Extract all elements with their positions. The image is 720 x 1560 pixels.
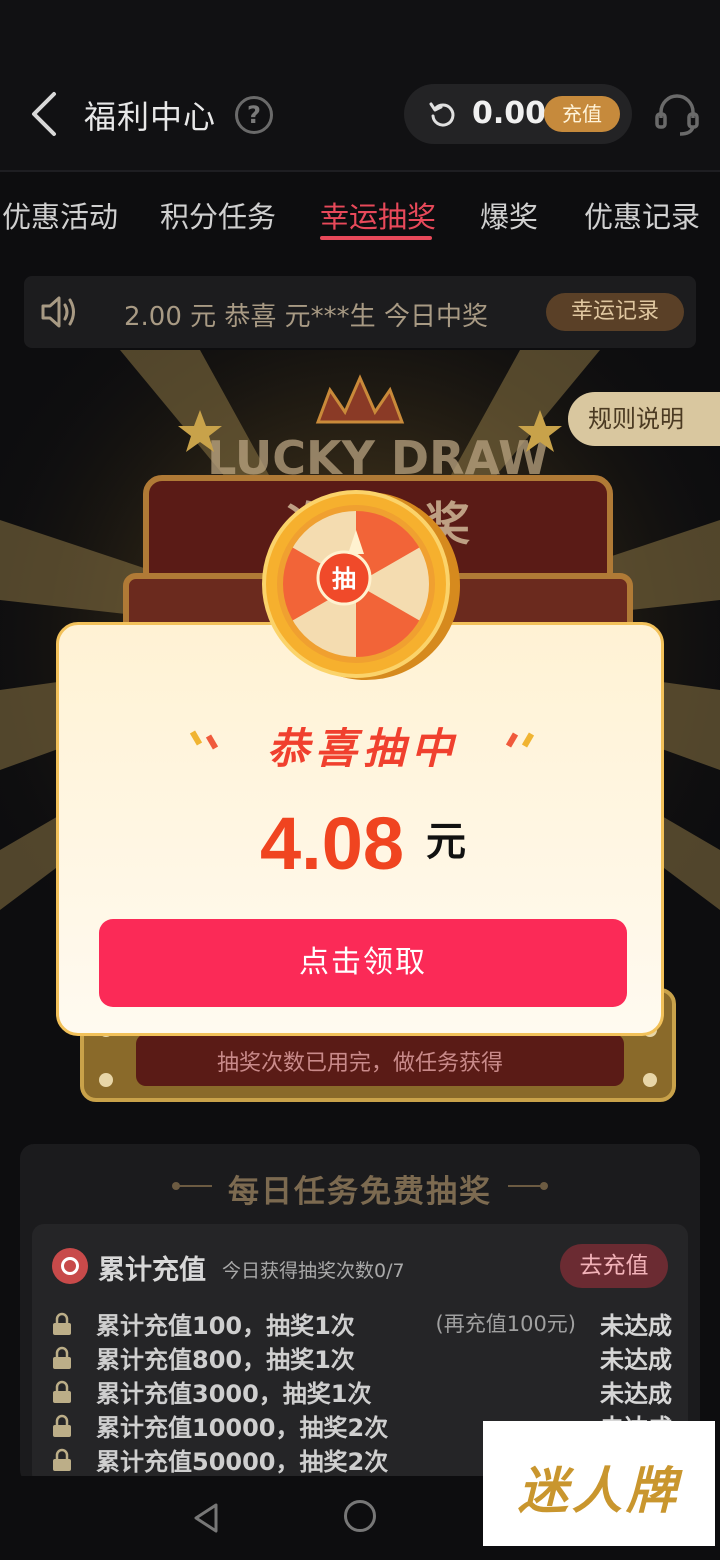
balance-value: 0.00 bbox=[472, 96, 547, 131]
lock-icon bbox=[53, 1312, 71, 1335]
lock-icon bbox=[53, 1346, 71, 1369]
active-tab-indicator bbox=[320, 236, 432, 240]
tab-jackpot[interactable]: 爆奖 bbox=[480, 194, 538, 236]
daily-tasks-title: 每日任务免费抽奖 bbox=[228, 1174, 492, 1210]
lock-icon bbox=[53, 1380, 71, 1403]
task-row-label: 累计充值800，抽奖1次 bbox=[96, 1346, 355, 1374]
draw-exhausted-text: 抽奖次数已用完，做任务获得 bbox=[216, 1051, 503, 1076]
task-row-status: 未达成 bbox=[600, 1346, 672, 1374]
watermark-text: 迷人牌 bbox=[518, 1462, 680, 1520]
task-row-status: 未达成 bbox=[600, 1380, 672, 1408]
refresh-icon[interactable] bbox=[428, 100, 458, 130]
recharge-button[interactable]: 充值 bbox=[544, 96, 620, 132]
wheel-label: 抽 bbox=[332, 565, 356, 593]
task-row: 累计充值100，抽奖1次 (再充值100元) 未达成 bbox=[52, 1306, 672, 1340]
task-row: 累计充值3000，抽奖1次 未达成 bbox=[52, 1374, 672, 1408]
title-decoration bbox=[540, 1182, 548, 1190]
task-row-status: 未达成 bbox=[600, 1312, 672, 1340]
congrats-title: 恭喜抽中 bbox=[266, 724, 459, 773]
page-title: 福利中心 bbox=[84, 98, 217, 136]
lucky-draw-banner-text: LUCKY DRAW bbox=[207, 431, 549, 485]
task-row-label: 累计充值3000，抽奖1次 bbox=[96, 1380, 372, 1408]
winner-ticker: 2.00 元 恭喜 元***生 今日中奖 幸运记录 bbox=[24, 276, 696, 348]
task-row: 累计充值800，抽奖1次 未达成 bbox=[52, 1340, 672, 1374]
task-row-hint: (再充值100元) bbox=[435, 1312, 576, 1336]
speaker-icon bbox=[41, 296, 75, 328]
customer-service-icon[interactable] bbox=[654, 92, 700, 138]
prize-unit: 元 bbox=[426, 819, 467, 865]
recharge-task-icon bbox=[52, 1248, 88, 1284]
task-row-label: 累计充值10000，抽奖2次 bbox=[96, 1414, 389, 1442]
balance-pill: 0.00 充值 bbox=[404, 84, 632, 144]
title-decoration bbox=[508, 1185, 544, 1187]
confetti-right-icon bbox=[505, 732, 535, 748]
task-name: 累计充值 bbox=[98, 1255, 206, 1286]
lucky-wheel-coin-icon: 抽 bbox=[262, 490, 460, 680]
app-header: 福利中心 ? 0.00 充值 bbox=[0, 0, 720, 172]
tab-points-tasks[interactable]: 积分任务 bbox=[160, 194, 276, 236]
nav-home-icon[interactable] bbox=[344, 1500, 376, 1532]
lucky-record-button[interactable]: 幸运记录 bbox=[546, 293, 684, 331]
back-arrow-icon[interactable] bbox=[26, 88, 66, 140]
lock-icon bbox=[53, 1414, 71, 1437]
tab-bar: 优惠活动 积分任务 幸运抽奖 爆奖 优惠记录 bbox=[0, 172, 720, 252]
claim-button[interactable]: 点击领取 bbox=[99, 919, 627, 1007]
tab-promo-records[interactable]: 优惠记录 bbox=[584, 194, 700, 236]
lock-icon bbox=[53, 1448, 71, 1471]
nav-back-icon[interactable] bbox=[192, 1502, 220, 1534]
rules-button[interactable]: 规则说明 bbox=[568, 392, 720, 446]
task-subtitle: 今日获得抽奖次数0/7 bbox=[222, 1260, 405, 1282]
task-row-label: 累计充值50000，抽奖2次 bbox=[96, 1448, 389, 1476]
task-row-label: 累计充值100，抽奖1次 bbox=[96, 1312, 355, 1340]
ticker-text: 2.00 元 恭喜 元***生 今日中奖 bbox=[124, 302, 488, 332]
prize-amount-row: 4.08 元 bbox=[59, 801, 667, 886]
go-recharge-button[interactable]: 去充值 bbox=[560, 1244, 668, 1288]
help-icon[interactable]: ? bbox=[235, 96, 273, 134]
prize-amount: 4.08 bbox=[259, 802, 405, 885]
tab-lucky-draw[interactable]: 幸运抽奖 bbox=[320, 194, 436, 236]
watermark-logo: 迷人牌 bbox=[483, 1421, 715, 1546]
tab-promotions[interactable]: 优惠活动 bbox=[2, 194, 118, 236]
